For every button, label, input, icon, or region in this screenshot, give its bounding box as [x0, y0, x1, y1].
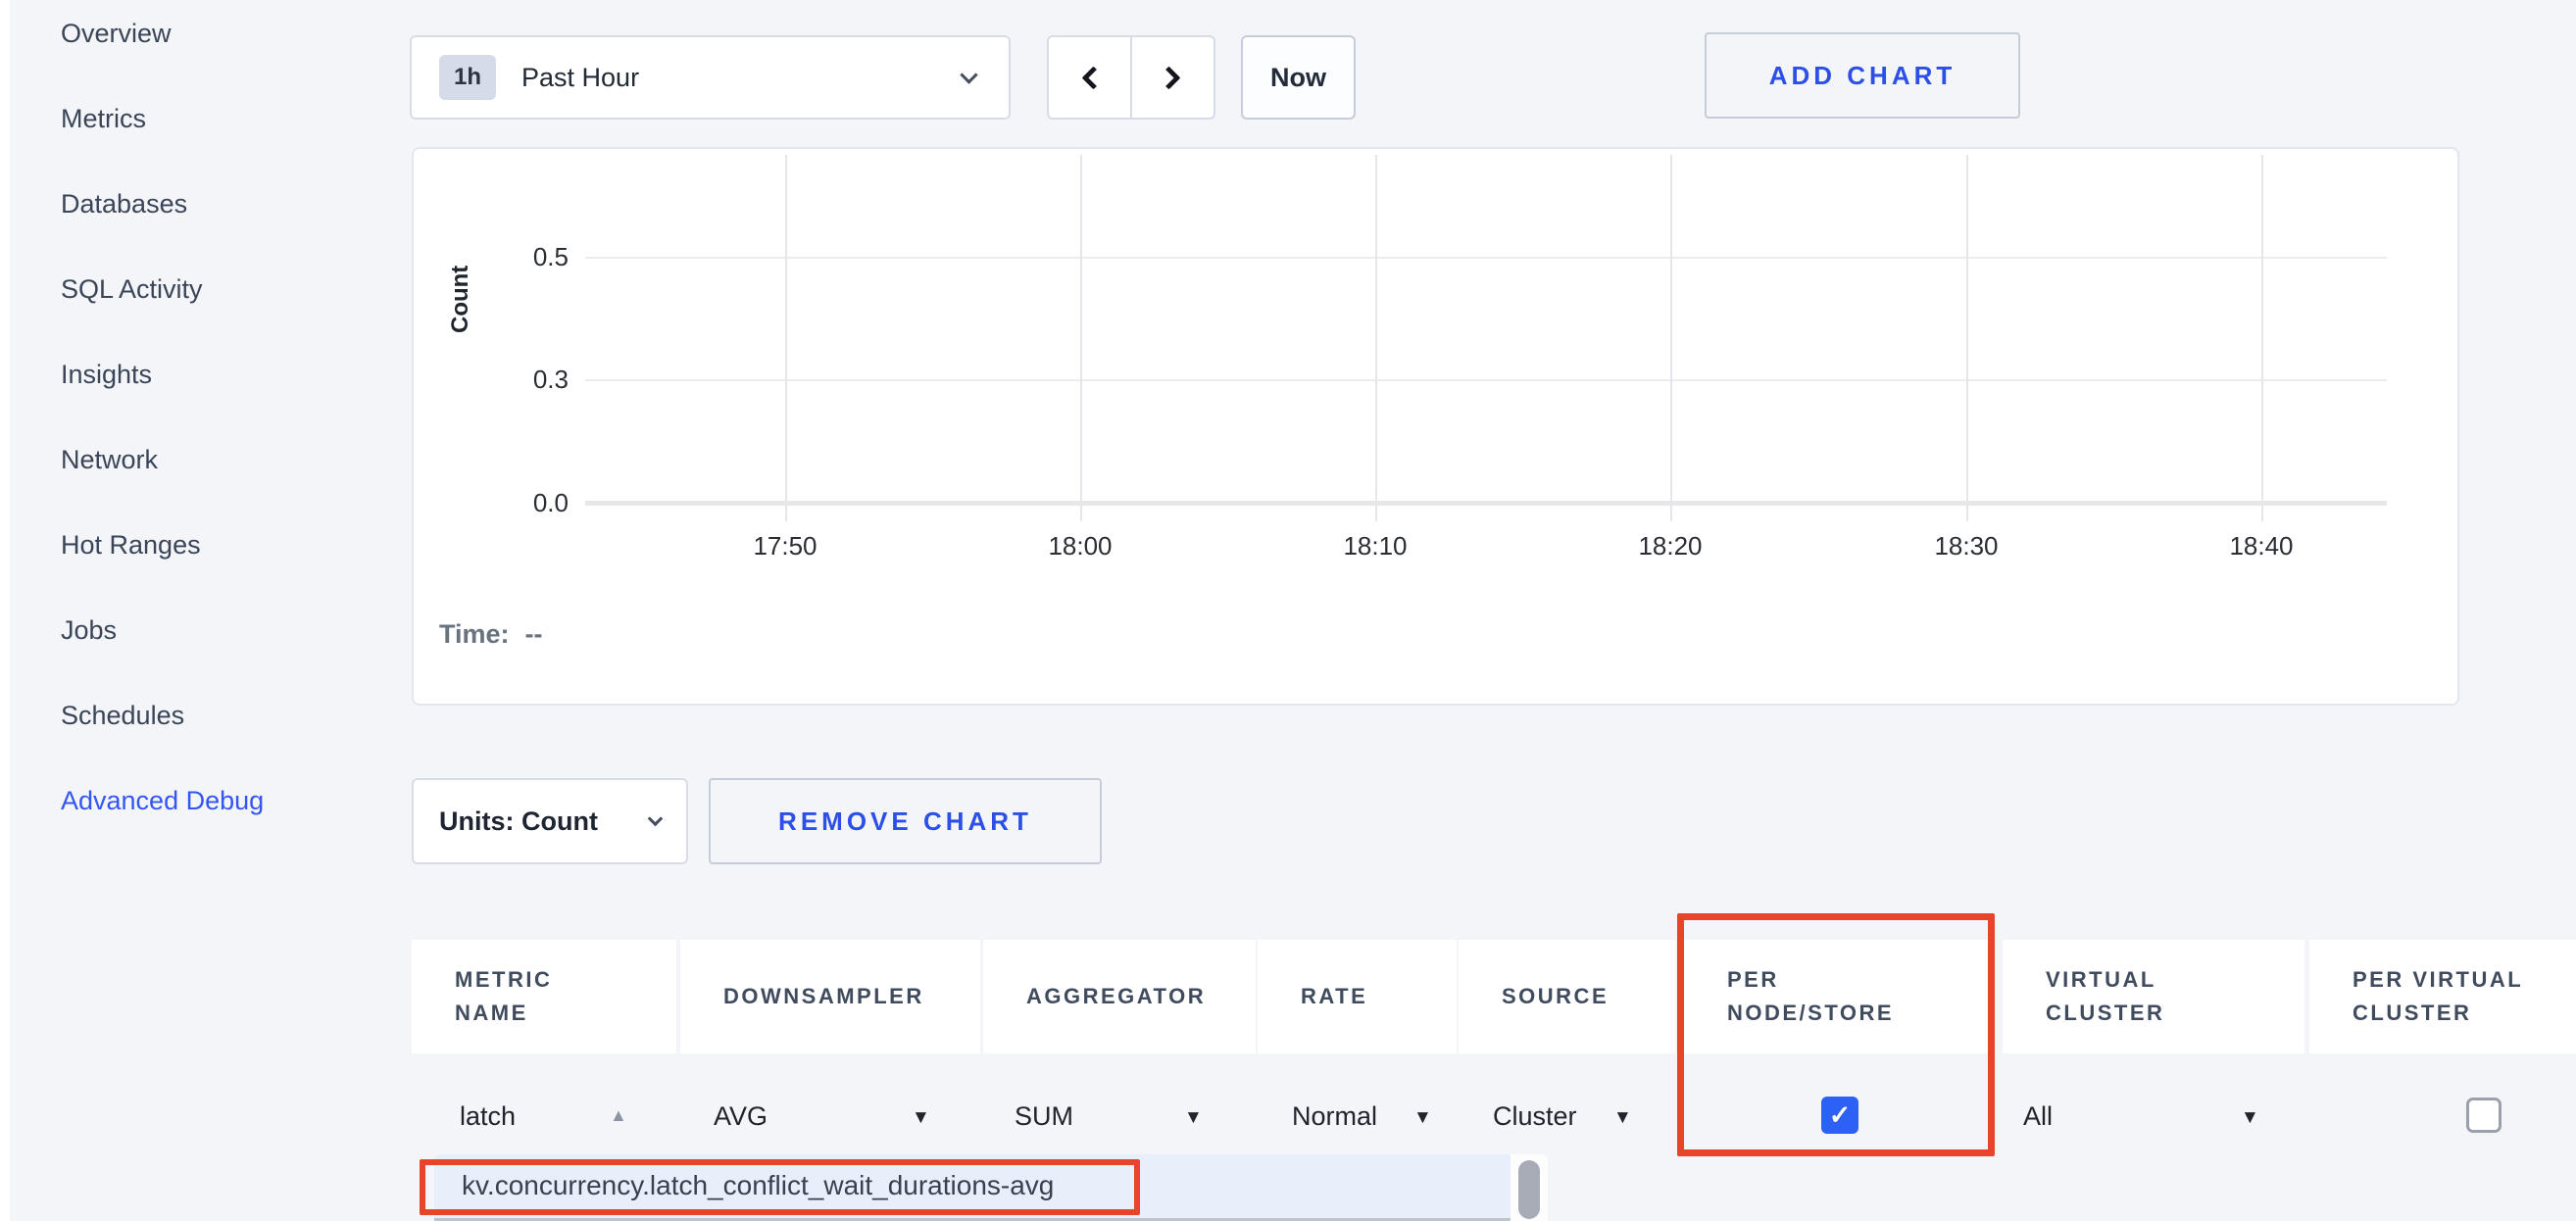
- time-value: --: [525, 619, 543, 650]
- sidebar-nav: Overview Metrics Databases SQL Activity …: [61, 0, 355, 844]
- dropdown-scrollbar[interactable]: [1511, 1154, 1548, 1221]
- window-edge: [0, 0, 10, 1221]
- aggregator-caret-icon[interactable]: ▼: [1184, 1107, 1203, 1129]
- column-header-per-virtual-cluster: PER VIRTUAL CLUSTER: [2309, 940, 2576, 1053]
- metric-dropdown-open-icon[interactable]: ▲: [610, 1105, 627, 1126]
- source-select[interactable]: Cluster: [1493, 1101, 1577, 1132]
- gridline-vertical: [1670, 155, 1672, 521]
- now-button[interactable]: Now: [1241, 35, 1356, 120]
- gridline-horizontal: [585, 257, 2387, 259]
- column-header-aggregator: AGGREGATOR: [983, 940, 1256, 1053]
- chevron-left-icon: [1081, 66, 1105, 89]
- rate-select[interactable]: Normal: [1292, 1101, 1377, 1132]
- y-tick: 0.0: [482, 488, 569, 518]
- gridline-vertical: [1375, 155, 1377, 521]
- sidebar-item-network[interactable]: Network: [61, 417, 355, 503]
- metric-suggestion-item[interactable]: kv.concurrency.latch_conflict_wait_durat…: [462, 1170, 1054, 1201]
- chevron-down-icon: [648, 810, 664, 826]
- gridline-vertical: [2261, 155, 2263, 521]
- per-virtual-cluster-checkbox[interactable]: [2466, 1098, 2502, 1133]
- sidebar-item-jobs[interactable]: Jobs: [61, 588, 355, 673]
- prev-time-window-button[interactable]: [1047, 35, 1131, 120]
- gridline-vertical: [1966, 155, 1968, 521]
- source-caret-icon[interactable]: ▼: [1613, 1107, 1632, 1129]
- sidebar-item-insights[interactable]: Insights: [61, 332, 355, 417]
- x-tick: 17:50: [721, 531, 849, 562]
- rate-caret-icon[interactable]: ▼: [1413, 1107, 1432, 1129]
- column-header-rate: RATE: [1258, 940, 1457, 1053]
- gridline-zero: [585, 501, 2387, 506]
- time-label: Time:: [439, 619, 510, 650]
- dropdown-scrollbar-thumb[interactable]: [1518, 1160, 1540, 1219]
- sidebar-item-metrics[interactable]: Metrics: [61, 76, 355, 162]
- y-tick: 0.5: [482, 242, 569, 272]
- gridline-vertical: [1080, 155, 1082, 521]
- add-chart-button[interactable]: ADD CHART: [1705, 32, 2020, 119]
- downsampler-select[interactable]: AVG: [714, 1101, 768, 1132]
- virtual-cluster-caret-icon[interactable]: ▼: [2241, 1107, 2259, 1129]
- y-tick: 0.3: [482, 365, 569, 395]
- aggregator-select[interactable]: SUM: [1015, 1101, 1073, 1132]
- column-header-metric-name: METRIC NAME: [412, 940, 676, 1053]
- time-range-label: Past Hour: [521, 63, 639, 93]
- sidebar-item-schedules[interactable]: Schedules: [61, 673, 355, 758]
- per-node-store-checkbox[interactable]: [1821, 1097, 1858, 1134]
- custom-chart-panel: Count 0.5 0.3 0.0 17:50 18:00 18:10 18:2…: [412, 147, 2459, 706]
- sidebar-item-sql-activity[interactable]: SQL Activity: [61, 247, 355, 332]
- gridline-horizontal: [585, 379, 2387, 381]
- gridline-vertical: [785, 155, 787, 521]
- units-select[interactable]: Units: Count: [412, 778, 688, 864]
- virtual-cluster-select[interactable]: All: [2023, 1101, 2053, 1132]
- units-label: Units: Count: [439, 806, 598, 837]
- x-tick: 18:00: [1016, 531, 1144, 562]
- x-tick: 18:40: [2198, 531, 2325, 562]
- sidebar-item-overview[interactable]: Overview: [61, 0, 355, 76]
- metric-autocomplete-dropdown: kv.concurrency.latch_conflict_wait_durat…: [434, 1154, 1548, 1221]
- time-range-select[interactable]: 1h Past Hour: [410, 35, 1011, 120]
- sidebar-item-advanced-debug[interactable]: Advanced Debug: [61, 758, 355, 844]
- y-axis-label: Count: [447, 186, 474, 333]
- column-header-per-node-store: PER NODE/STORE: [1684, 940, 1991, 1053]
- chevron-down-icon: [960, 66, 977, 83]
- sidebar-item-hot-ranges[interactable]: Hot Ranges: [61, 503, 355, 588]
- chevron-right-icon: [1157, 66, 1180, 89]
- column-header-source: SOURCE: [1459, 940, 1675, 1053]
- downsampler-caret-icon[interactable]: ▼: [912, 1107, 930, 1129]
- column-header-downsampler: DOWNSAMPLER: [680, 940, 980, 1053]
- time-window-nav: [1047, 35, 1215, 120]
- hover-time-readout: Time: --: [439, 619, 543, 650]
- metric-name-input[interactable]: latch: [460, 1101, 516, 1132]
- remove-chart-button[interactable]: REMOVE CHART: [709, 778, 1102, 864]
- time-range-badge: 1h: [439, 55, 496, 100]
- x-tick: 18:10: [1312, 531, 1439, 562]
- next-time-window-button[interactable]: [1131, 35, 1215, 120]
- sidebar-item-databases[interactable]: Databases: [61, 162, 355, 247]
- x-tick: 18:20: [1607, 531, 1734, 562]
- column-header-virtual-cluster: VIRTUAL CLUSTER: [2003, 940, 2304, 1053]
- x-tick: 18:30: [1903, 531, 2030, 562]
